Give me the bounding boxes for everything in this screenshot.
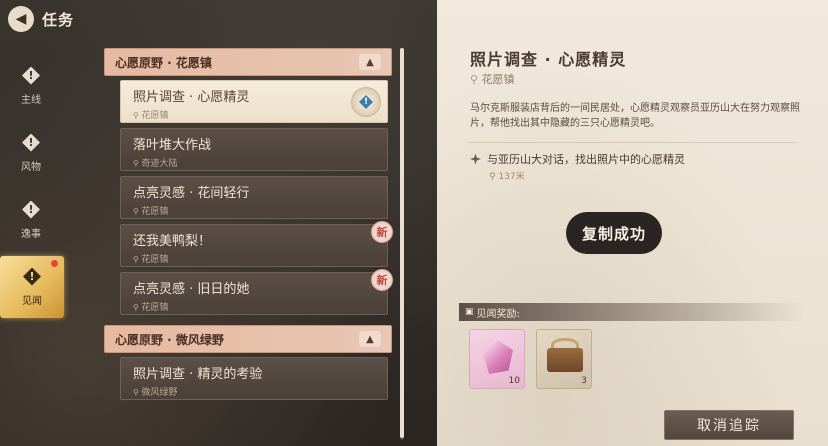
reward-count: 10	[508, 376, 520, 386]
chevron-up-icon[interactable]: ▲	[359, 331, 381, 347]
quest-title: 照片调查 · 精灵的考验	[133, 367, 263, 382]
new-badge: 新	[371, 221, 393, 243]
group-header[interactable]: 心愿原野 · 花愿镇 ▲	[104, 48, 392, 76]
reward-header: 见闻奖励:	[459, 303, 804, 321]
diamond-alert-icon: !	[22, 200, 40, 219]
quest-item[interactable]: 点亮灵感 · 旧日的她 花愿镇 新	[120, 269, 393, 315]
quest-title: 点亮灵感 · 花间轻行	[133, 186, 250, 201]
diamond-alert-icon: !	[23, 267, 41, 286]
scrollbar-thumb[interactable]	[400, 48, 404, 438]
detail-title: 照片调查 · 心愿精灵	[470, 50, 627, 69]
group-title: 心愿原野 · 微风绿野	[115, 332, 224, 347]
quest-detail-panel: 照片调查 · 心愿精灵 花愿镇 马尔克斯服装店背后的一间民居处，心愿精灵观察员亚…	[437, 0, 828, 446]
diamond-alert-icon: !	[22, 66, 40, 85]
quest-location: 花愿镇	[133, 300, 375, 313]
quest-title: 点亮灵感 · 旧日的她	[133, 282, 250, 297]
tab-label: 见闻	[22, 295, 42, 307]
tab-encounters[interactable]: ! 见闻	[0, 256, 64, 318]
treasure-chest-icon	[547, 348, 583, 372]
tab-label: 主线	[21, 94, 41, 106]
quest-title: 落叶堆大作战	[133, 138, 212, 153]
quest-list-scrollbar[interactable]	[400, 48, 404, 440]
tab-main[interactable]: ! 主线	[0, 55, 62, 117]
detail-description: 马尔克斯服装店背后的一间民居处，心愿精灵观察员亚历山大在努力观察照片，帮他找出其…	[470, 103, 800, 129]
copy-success-toast: 复制成功	[566, 212, 662, 254]
quest-title: 还我美鸭梨！	[133, 234, 212, 249]
tab-anecdote[interactable]: ! 逸事	[0, 189, 62, 251]
pink-crystal-icon	[483, 340, 513, 374]
group-header[interactable]: 心愿原野 · 微风绿野 ▲	[104, 325, 392, 353]
chevron-up-icon[interactable]: ▲	[359, 54, 381, 70]
back-arrow-icon[interactable]: ◀	[8, 6, 34, 32]
group-title: 心愿原野 · 花愿镇	[115, 55, 212, 70]
detail-location: 花愿镇	[470, 71, 515, 87]
untrack-button[interactable]: 取消追踪	[664, 410, 794, 440]
objective-text: 与亚历山大对话，找出照片中的心愿精灵	[487, 153, 685, 166]
quest-location: 花愿镇	[133, 108, 375, 121]
quest-item[interactable]: 还我美鸭梨！ 花愿镇 新	[120, 221, 393, 267]
category-tabs: ! 主线 ! 风物 ! 逸事 ! 见闻	[0, 55, 64, 323]
quest-location: 花愿镇	[133, 252, 375, 265]
objective-star-icon	[470, 153, 481, 165]
tab-scenery[interactable]: ! 风物	[0, 122, 62, 184]
reward-count: 3	[581, 376, 587, 386]
diamond-alert-icon: !	[22, 133, 40, 152]
objective: 与亚历山大对话，找出照片中的心愿精灵	[470, 151, 685, 167]
quest-item[interactable]: 照片调查 · 精灵的考验 微风绿野	[120, 357, 388, 400]
reward-item[interactable]: 10	[469, 329, 525, 389]
top-bar: ◀ 任务	[8, 6, 74, 32]
quest-item[interactable]: 落叶堆大作战 奇迹大陆	[120, 128, 388, 171]
divider	[467, 142, 797, 143]
new-badge: 新	[371, 269, 393, 291]
objective-distance: 137米	[489, 169, 524, 182]
tracking-marker-icon: !	[351, 87, 381, 117]
quest-list: 心愿原野 · 花愿镇 ▲ 照片调查 · 心愿精灵 花愿镇 ! 落叶堆大作战 奇迹…	[104, 48, 393, 405]
quest-location: 花愿镇	[133, 204, 375, 217]
quest-item[interactable]: 点亮灵感 · 花间轻行 花愿镇	[120, 176, 388, 219]
reward-item[interactable]: 3	[536, 329, 592, 389]
quest-item[interactable]: 照片调查 · 心愿精灵 花愿镇 !	[120, 80, 388, 123]
quest-title: 照片调查 · 心愿精灵	[133, 90, 250, 105]
quest-location: 微风绿野	[133, 385, 375, 398]
quest-location: 奇迹大陆	[133, 156, 375, 169]
tab-label: 逸事	[21, 228, 41, 240]
page-title: 任务	[42, 10, 75, 29]
tab-label: 风物	[21, 161, 41, 173]
notification-dot	[51, 260, 58, 267]
